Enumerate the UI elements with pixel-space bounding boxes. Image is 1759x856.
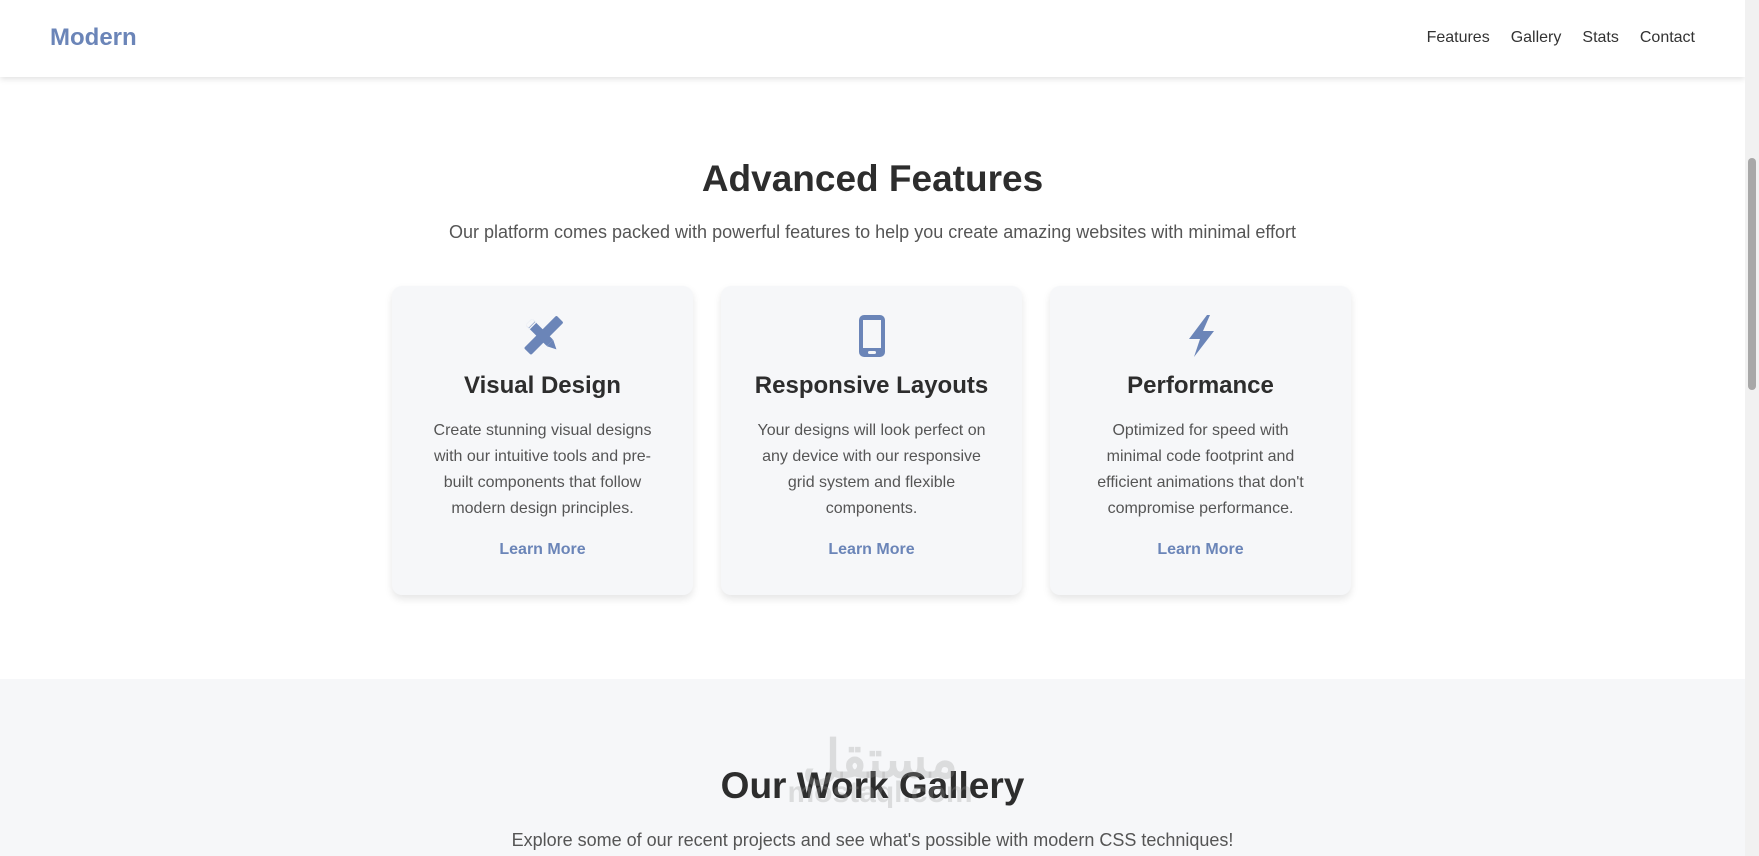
- lightning-bolt-icon: [1050, 314, 1351, 358]
- nav-link-stats[interactable]: Stats: [1582, 29, 1618, 47]
- feature-cards: Visual Design Create stunning visual des…: [392, 286, 1351, 595]
- features-section: Advanced Features Our platform comes pac…: [0, 77, 1745, 679]
- feature-card-title: Responsive Layouts: [754, 372, 989, 399]
- feature-card-performance: Performance Optimized for speed with min…: [1050, 286, 1351, 595]
- feature-card-text: Optimized for speed with minimal code fo…: [1097, 422, 1304, 517]
- pencil-ruler-icon: [392, 314, 693, 358]
- main-nav: Features Gallery Stats Contact: [1406, 0, 1695, 75]
- site-header: Modern Features Gallery Stats Contact: [0, 0, 1745, 77]
- learn-more-link[interactable]: Learn More: [392, 541, 693, 559]
- logo-link[interactable]: Modern: [50, 0, 137, 75]
- nav-link-contact[interactable]: Contact: [1640, 29, 1695, 47]
- vertical-scrollbar[interactable]: [1745, 0, 1759, 856]
- mobile-phone-icon: [721, 314, 1022, 358]
- feature-card-text: Create stunning visual designs with our …: [433, 422, 652, 517]
- feature-card-visual-design: Visual Design Create stunning visual des…: [392, 286, 693, 595]
- feature-card-text: Your designs will look perfect on any de…: [757, 422, 986, 517]
- gallery-subtitle: Explore some of our recent projects and …: [511, 830, 1234, 850]
- feature-card-title: Visual Design: [464, 372, 621, 399]
- features-subtitle: Our platform comes packed with powerful …: [448, 222, 1297, 242]
- gallery-title: Our Work Gallery: [720, 765, 1025, 806]
- gallery-section: Our Work Gallery Explore some of our rec…: [0, 679, 1745, 856]
- scrollbar-thumb[interactable]: [1748, 158, 1756, 390]
- nav-link-features[interactable]: Features: [1427, 29, 1490, 47]
- learn-more-link[interactable]: Learn More: [1050, 541, 1351, 559]
- feature-card-title: Performance: [1127, 372, 1274, 399]
- features-title: Advanced Features: [701, 158, 1044, 199]
- page: Modern Features Gallery Stats Contact Ad…: [0, 0, 1745, 856]
- nav-link-gallery[interactable]: Gallery: [1511, 29, 1562, 47]
- learn-more-link[interactable]: Learn More: [721, 541, 1022, 559]
- feature-card-responsive-layouts: Responsive Layouts Your designs will loo…: [721, 286, 1022, 595]
